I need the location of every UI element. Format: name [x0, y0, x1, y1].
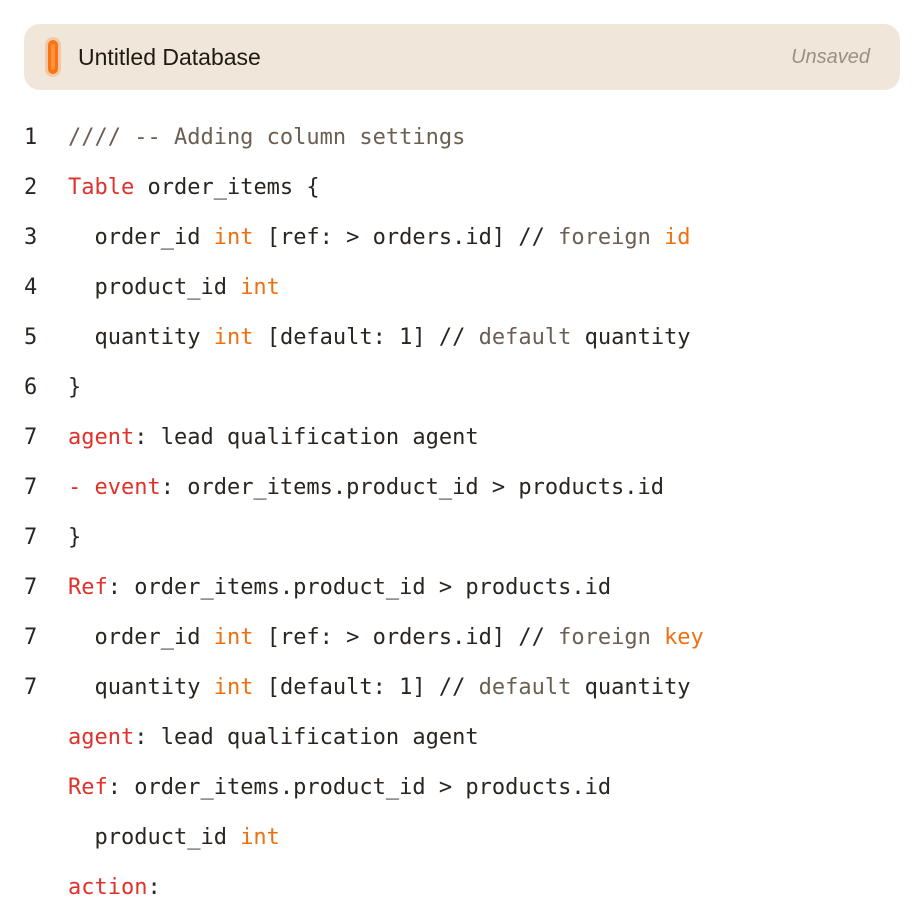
code-token: quantity [68, 325, 214, 350]
code-token: quantity [68, 675, 214, 700]
line-code: agent: lead qualification agent [68, 713, 479, 763]
line-number: 2 [24, 175, 38, 200]
code-token: int [240, 275, 280, 300]
code-line[interactable]: 4 product_id int [0, 263, 924, 313]
line-code: agent: lead qualification agent [68, 413, 479, 463]
code-token: default [478, 325, 585, 350]
code-token: : order_items.product_id > products.id [107, 775, 612, 800]
line-code: - event: order_items.product_id > produc… [68, 463, 664, 513]
line-number: 7 [24, 675, 38, 700]
code-line[interactable]: product_id int [0, 813, 924, 863]
code-token: order_items { [134, 175, 320, 200]
line-number: 7 [24, 575, 38, 600]
code-token: : [147, 875, 161, 900]
code-line[interactable]: 3 order_id int [ref: > orders.id] // for… [0, 213, 924, 263]
line-code: product_id int [68, 813, 280, 863]
code-line[interactable]: 7 - event: order_items.product_id > produ… [0, 463, 924, 513]
code-token: } [68, 525, 82, 550]
line-number: 7 [24, 475, 38, 500]
line-code: //// -- Adding column settings [68, 113, 465, 163]
line-number: 7 [24, 525, 38, 550]
database-title[interactable]: Untitled Database [78, 24, 261, 90]
code-line[interactable]: 7} [0, 513, 924, 563]
code-token: int [213, 225, 254, 250]
database-editor-window: Untitled Database Unsaved 1 //// -- Addin… [0, 0, 924, 924]
code-line[interactable]: 7 agent: lead qualification agent [0, 413, 924, 463]
line-code: Ref: order_items.product_id > products.i… [68, 563, 611, 613]
code-token: int [240, 825, 280, 850]
code-token: foreign [558, 625, 665, 650]
line-number: 4 [24, 275, 38, 300]
line-code: quantity int [default: 1] // default qua… [68, 313, 691, 363]
code-token: [ref: > orders.id] // [253, 225, 559, 250]
line-number: 7 [24, 625, 38, 650]
code-token: key [664, 625, 704, 650]
title-bar: Untitled Database Unsaved [24, 24, 900, 90]
line-code: Table order_items { [68, 163, 320, 213]
code-token: [default: 1] // [253, 325, 479, 350]
line-number: 1 [24, 125, 38, 150]
line-number: 7 [24, 425, 38, 450]
code-line[interactable]: action: [0, 863, 924, 913]
code-line[interactable]: 2 Table order_items { [0, 163, 924, 213]
line-number: 3 [24, 225, 38, 250]
line-number: 5 [24, 325, 38, 350]
code-line[interactable]: 7 quantity int [default: 1] // default q… [0, 663, 924, 713]
code-token: [ref: > orders.id] // [253, 625, 559, 650]
code-line[interactable]: 5 quantity int [default: 1] // default q… [0, 313, 924, 363]
status-indicator-icon [48, 40, 58, 74]
code-token: Table [68, 175, 135, 200]
code-token: [default: 1] // [253, 675, 479, 700]
code-token: int [213, 325, 254, 350]
save-status-label: Unsaved [791, 46, 870, 68]
code-token: order_id [68, 225, 214, 250]
line-code: action: [68, 863, 161, 913]
code-line[interactable]: 1 //// -- Adding column settings [0, 113, 924, 163]
line-code: quantity int [default: 1] // default qua… [68, 663, 691, 713]
code-token: : order_items.product_id > products.id [160, 475, 665, 500]
code-line[interactable]: 7 Ref: order_items.product_id > products.… [0, 563, 924, 613]
code-token: - event [68, 475, 161, 500]
code-line[interactable]: agent: lead qualification agent [0, 713, 924, 763]
line-code: order_id int [ref: > orders.id] // forei… [68, 213, 691, 263]
code-line[interactable]: 6} [0, 363, 924, 413]
line-code: order_id int [ref: > orders.id] // forei… [68, 613, 704, 663]
code-token: foreign [558, 225, 665, 250]
code-line[interactable]: Ref: order_items.product_id > products.i… [0, 763, 924, 813]
line-code: } [68, 363, 81, 413]
code-token: Ref [68, 775, 108, 800]
code-token: int [213, 675, 254, 700]
code-token: id [664, 225, 691, 250]
code-token: quantity [584, 325, 691, 350]
code-token: action [68, 875, 148, 900]
code-token: : lead qualification agent [134, 725, 479, 750]
code-token: product_id [68, 275, 241, 300]
code-token: //// -- Adding column settings [68, 125, 466, 150]
line-code: Ref: order_items.product_id > products.i… [68, 763, 611, 813]
code-token: order_id [68, 625, 214, 650]
line-number: 6 [24, 375, 38, 400]
line-code: product_id int [68, 263, 280, 313]
code-token: quantity [584, 675, 691, 700]
code-token: default [478, 675, 585, 700]
code-token: : lead qualification agent [134, 425, 479, 450]
code-token: : order_items.product_id > products.id [107, 575, 612, 600]
code-token: agent [68, 725, 135, 750]
line-code: } [68, 513, 81, 563]
code-token: } [68, 375, 82, 400]
code-line[interactable]: 7 order_id int [ref: > orders.id] // for… [0, 613, 924, 663]
code-token: int [213, 625, 254, 650]
code-editor[interactable]: 1 //// -- Adding column settings 2 Table or… [0, 113, 924, 913]
code-token: Ref [68, 575, 108, 600]
code-token: agent [68, 425, 135, 450]
code-token: product_id [68, 825, 241, 850]
